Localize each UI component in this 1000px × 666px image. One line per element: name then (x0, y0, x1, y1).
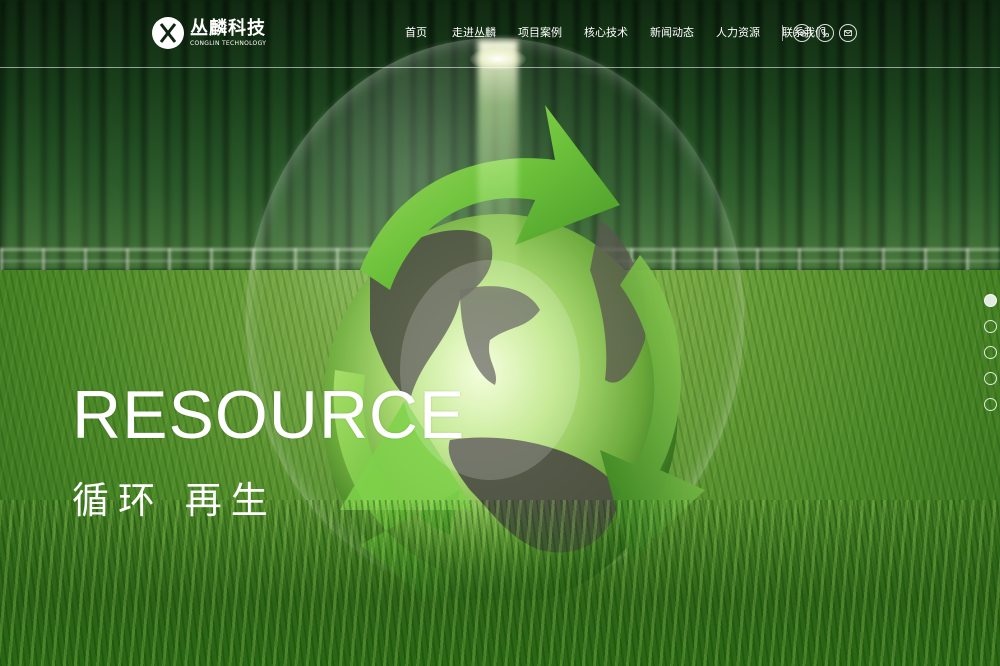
logo-mark-icon (152, 17, 184, 49)
foreground-grass (0, 500, 1000, 666)
nav-item-about[interactable]: 走进丛麟 (452, 22, 496, 44)
nav-item-home[interactable]: 首页 (405, 22, 427, 44)
site-header: 丛麟科技 CONGLIN TECHNOLOGY 首页 走进丛麟 项目案例 核心技… (0, 0, 1000, 68)
wechat-icon[interactable] (793, 24, 811, 42)
logo-text: 丛麟科技 CONGLIN TECHNOLOGY (190, 18, 266, 48)
slider-dot[interactable] (984, 372, 997, 385)
light-beam (478, 40, 518, 300)
hero-title-cn: 循环 再生 (72, 479, 277, 522)
brand-name-cn: 丛麟科技 (190, 18, 266, 39)
brand-name-en: CONGLIN TECHNOLOGY (190, 40, 267, 47)
mail-icon[interactable] (839, 24, 857, 42)
slider-dot[interactable] (984, 398, 997, 411)
nav-item-news[interactable]: 新闻动态 (650, 22, 694, 44)
nav-item-careers[interactable]: 人力资源 (716, 22, 760, 44)
slider-pagination (984, 294, 998, 424)
nav-divider (782, 25, 783, 41)
header-contact-icons (793, 24, 862, 42)
nav-item-technology[interactable]: 核心技术 (584, 22, 628, 44)
hero-banner (0, 0, 1000, 666)
nav-item-projects[interactable]: 项目案例 (518, 22, 562, 44)
slider-dot[interactable] (984, 346, 997, 359)
slider-dot[interactable] (984, 320, 997, 333)
slider-dot[interactable] (984, 294, 997, 307)
brand-logo[interactable]: 丛麟科技 CONGLIN TECHNOLOGY (152, 10, 266, 56)
phone-icon[interactable] (816, 24, 834, 42)
hero-title-en: RESOURCE (72, 377, 466, 453)
